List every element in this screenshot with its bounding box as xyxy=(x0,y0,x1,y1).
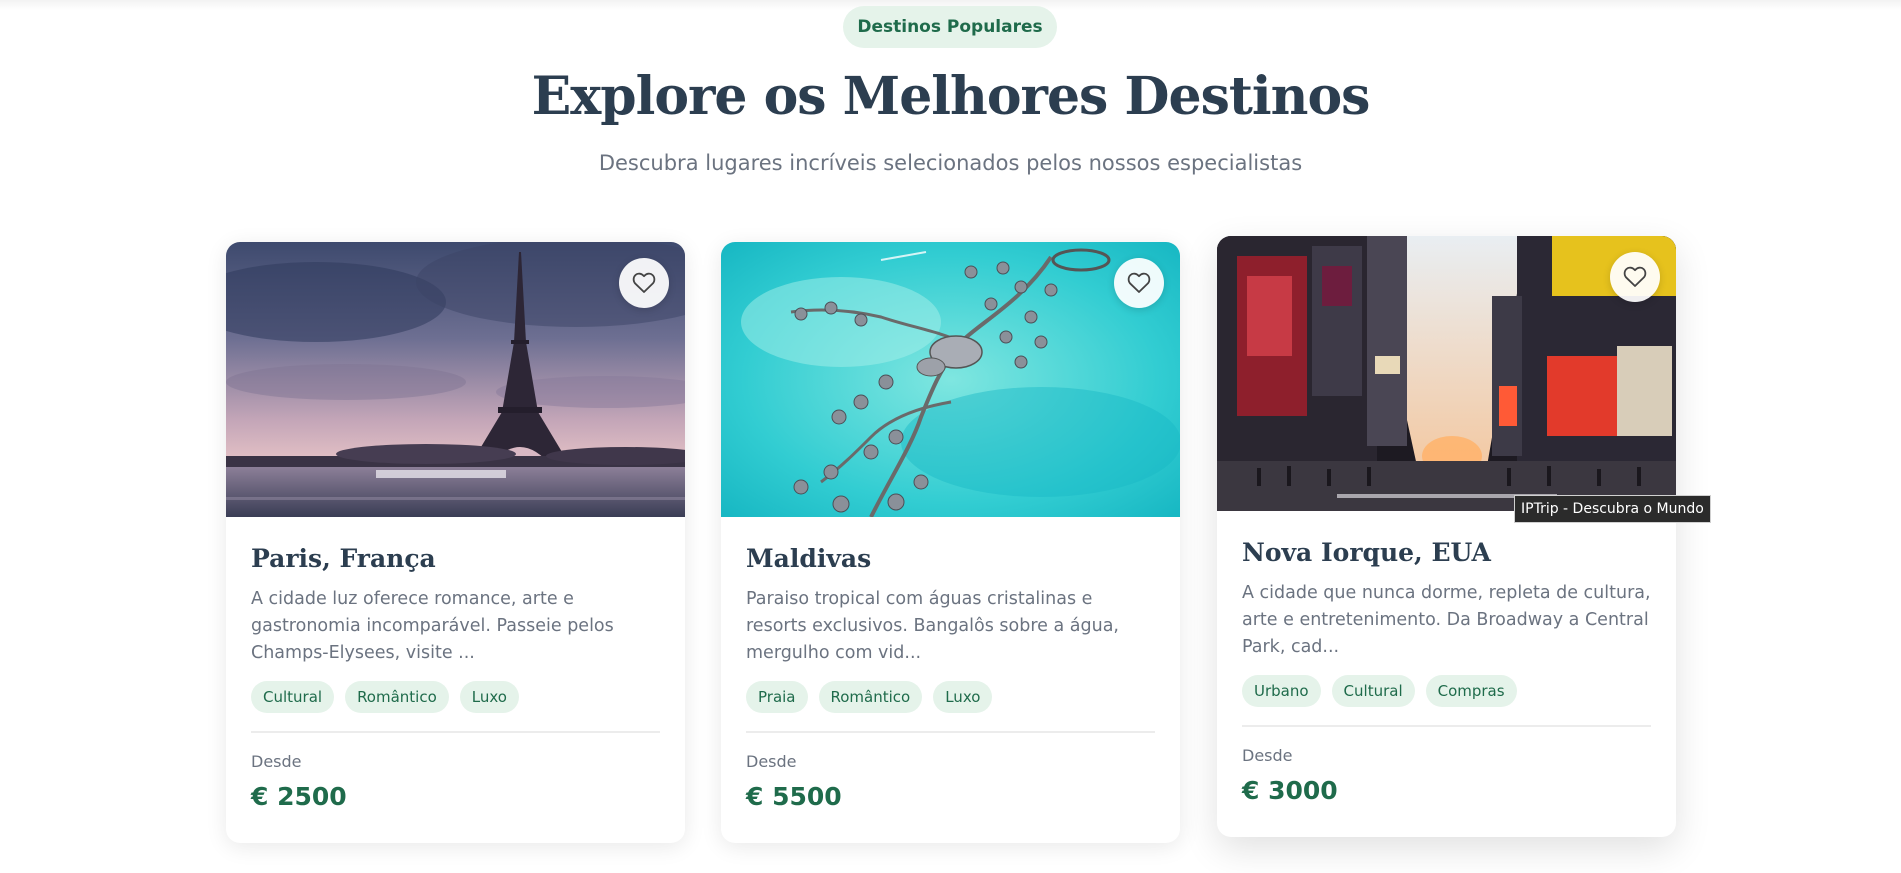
section-subtitle: Descubra lugares incríveis selecionados … xyxy=(598,151,1303,175)
favorite-button[interactable] xyxy=(1610,252,1660,302)
tag-chip: Luxo xyxy=(933,681,993,713)
section-title: Explore os Melhores Destinos xyxy=(531,66,1371,127)
tag-chip: Cultural xyxy=(251,681,335,713)
tag-list: Cultural Romântico Luxo xyxy=(251,681,519,713)
tag-list: Praia Romântico Luxo xyxy=(746,681,993,713)
destination-description: Paraiso tropical com águas cristalinas e… xyxy=(746,589,1119,663)
tag-chip: Cultural xyxy=(1331,675,1415,707)
destination-title: Maldivas xyxy=(746,544,872,573)
heart-outline-icon xyxy=(632,272,656,293)
destination-image-maldivas xyxy=(721,242,1180,517)
tag-chip: Luxo xyxy=(459,681,519,713)
price-label: Desde xyxy=(746,752,797,771)
heart-outline-icon xyxy=(1623,266,1647,287)
tag-chip: Romântico xyxy=(818,681,923,713)
tag-chip: Compras xyxy=(1425,675,1517,707)
tag-list: Urbano Cultural Compras xyxy=(1242,675,1517,707)
price-label: Desde xyxy=(251,752,302,771)
favorite-button[interactable] xyxy=(619,258,669,308)
destinations-page: Destinos Populares Explore os Melhores D… xyxy=(0,0,1901,873)
destination-image-paris xyxy=(226,242,685,517)
card-divider xyxy=(1242,725,1651,727)
price-value: € 2500 xyxy=(251,782,347,811)
tag-chip: Urbano xyxy=(1242,675,1321,707)
favorite-button[interactable] xyxy=(1114,258,1164,308)
price-label: Desde xyxy=(1242,746,1293,765)
maldives-resort-image xyxy=(721,242,1180,517)
tag-chip: Praia xyxy=(746,681,808,713)
price-value: € 3000 xyxy=(1242,776,1338,805)
card-divider xyxy=(746,731,1155,733)
heart-outline-icon xyxy=(1127,272,1151,293)
destination-card-paris[interactable]: Paris, França A cidade luz oferece roman… xyxy=(226,242,685,843)
price-value: € 5500 xyxy=(746,782,842,811)
destination-description: A cidade luz oferece romance, arte e gas… xyxy=(251,589,614,663)
destination-description: A cidade que nunca dorme, repleta de cul… xyxy=(1242,583,1651,657)
section-badge: Destinos Populares xyxy=(843,6,1057,48)
destination-title: Nova Iorque, EUA xyxy=(1242,538,1491,567)
destination-card-maldivas[interactable]: Maldivas Paraiso tropical com águas cris… xyxy=(721,242,1180,843)
destination-title: Paris, França xyxy=(251,544,436,573)
paris-eiffel-tower-image xyxy=(226,242,685,517)
image-tooltip: IPTrip - Descubra o Mundo xyxy=(1514,495,1711,523)
new-york-times-square-image xyxy=(1217,236,1676,511)
destination-image-nova-iorque xyxy=(1217,236,1676,511)
destination-card-nova-iorque[interactable]: Nova Iorque, EUA A cidade que nunca dorm… xyxy=(1217,236,1676,837)
tag-chip: Romântico xyxy=(345,681,449,713)
card-divider xyxy=(251,731,660,733)
